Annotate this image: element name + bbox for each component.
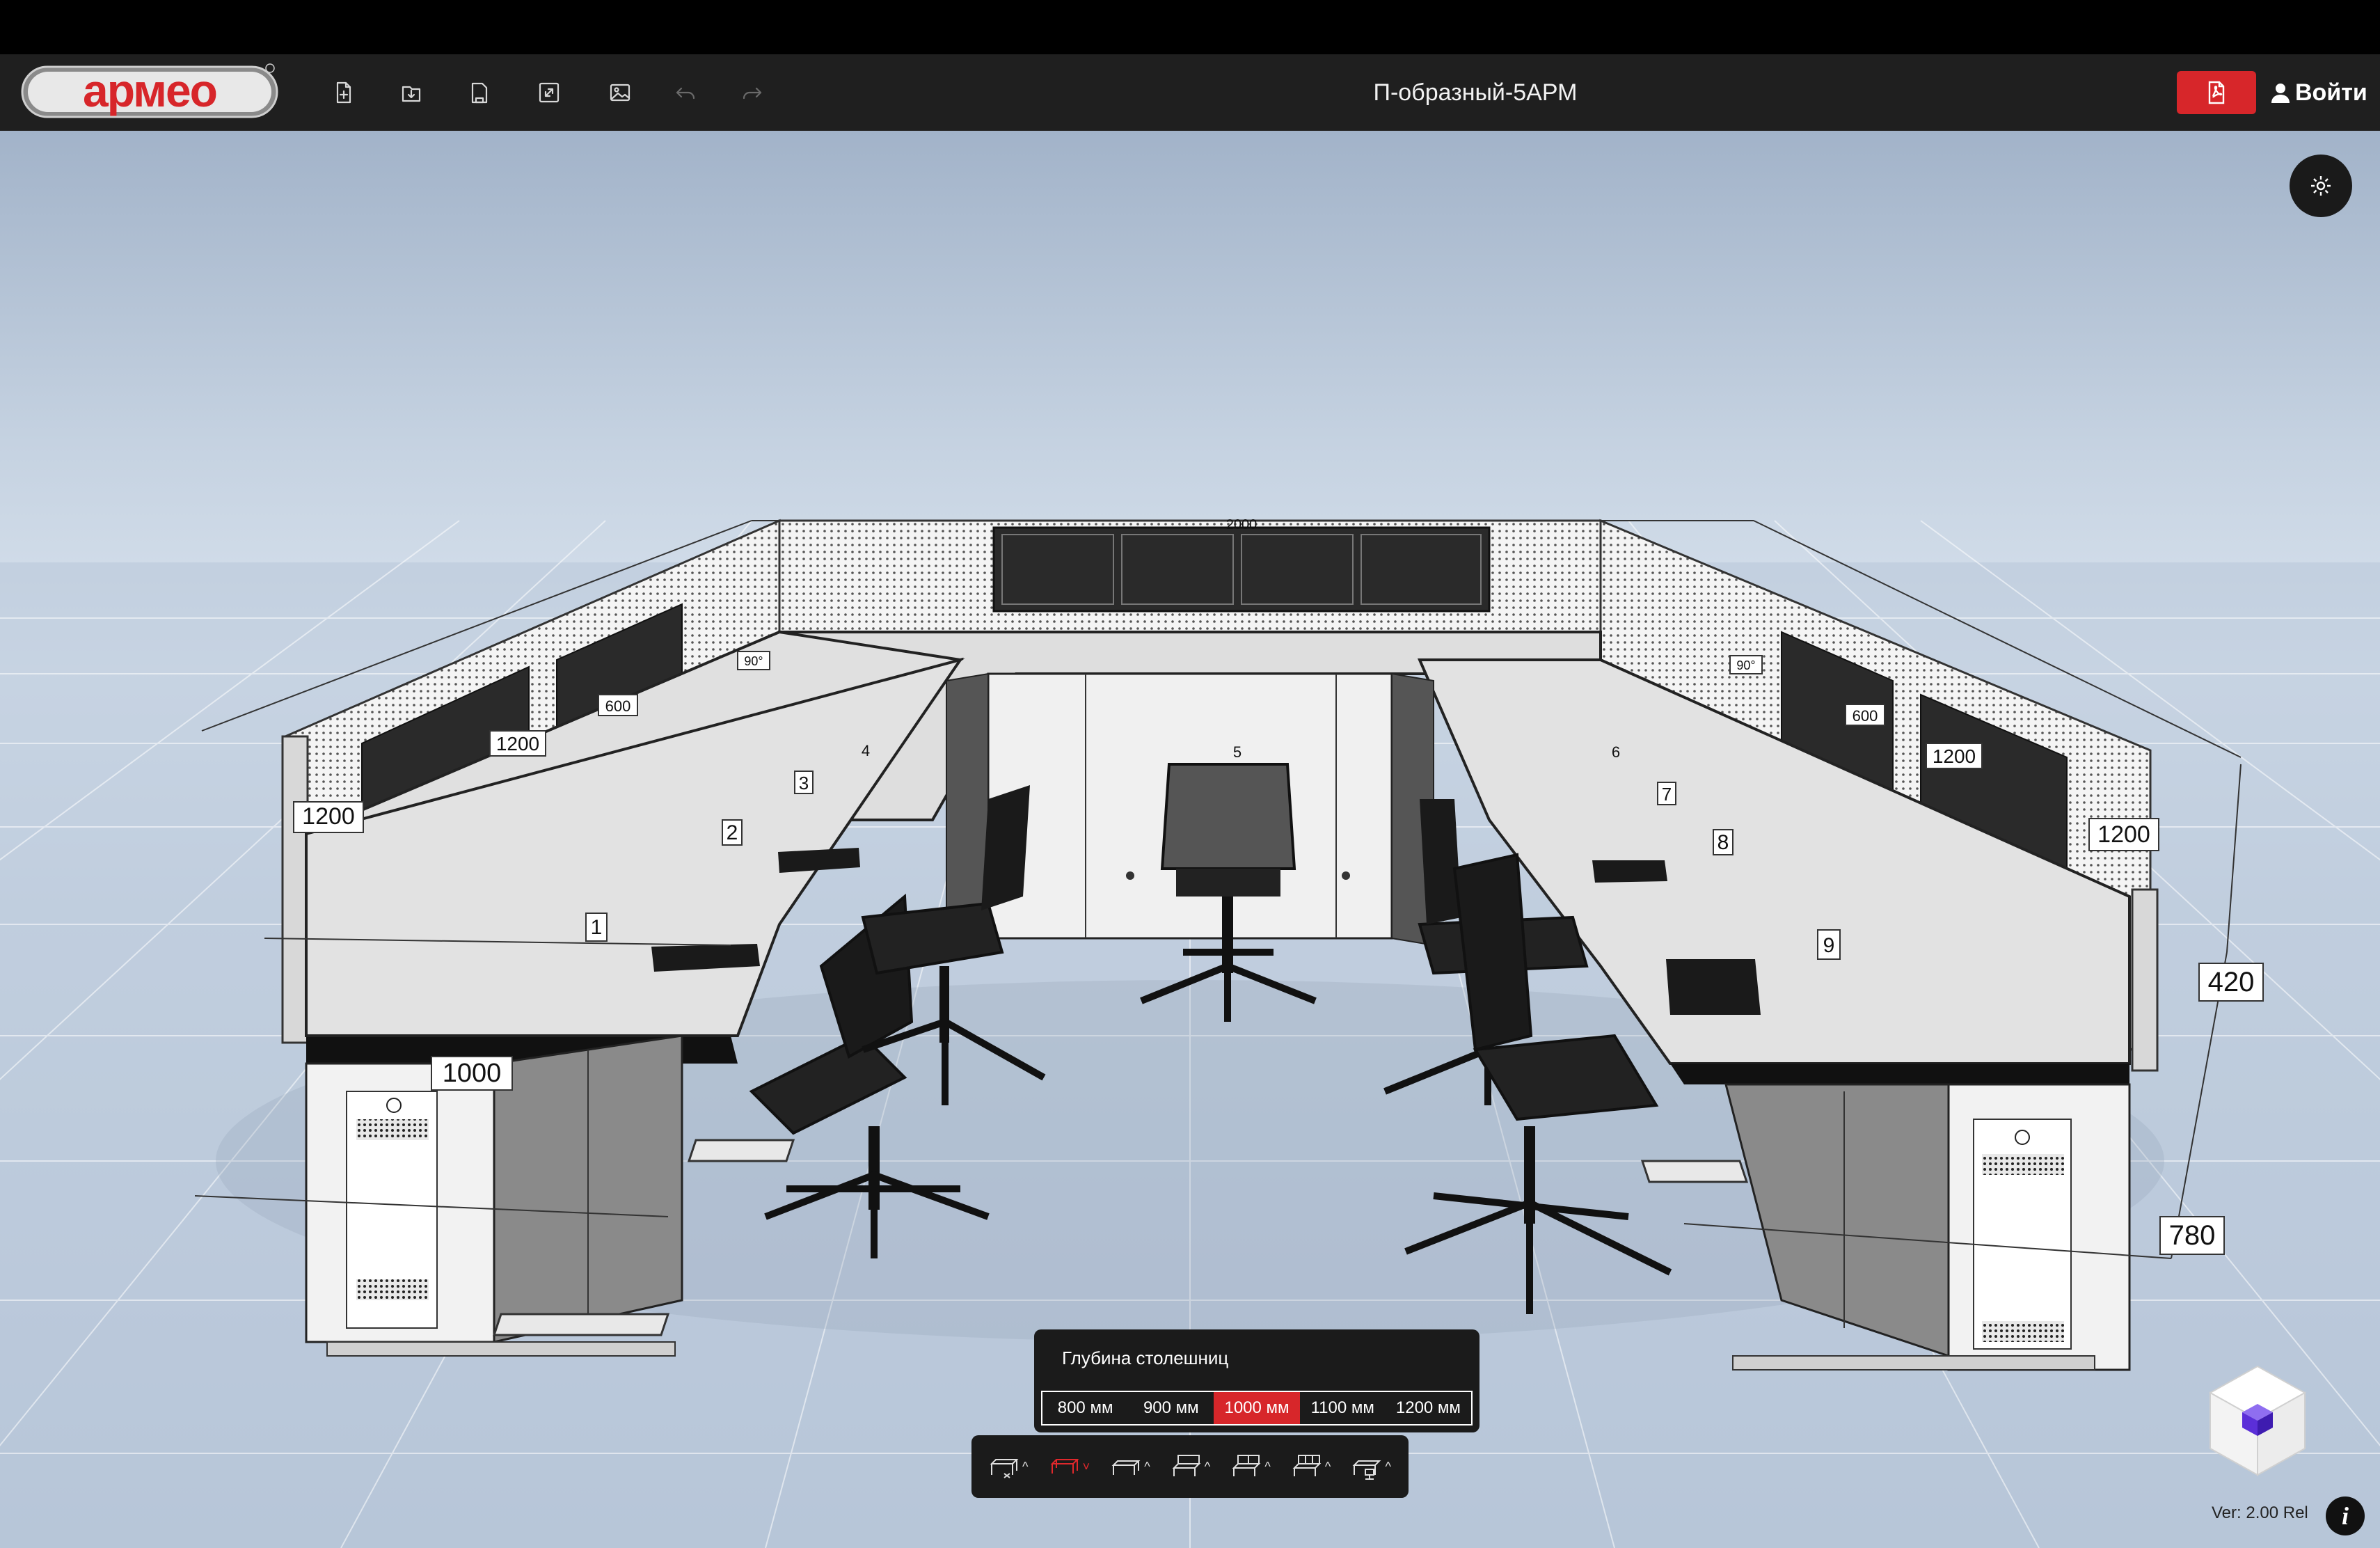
- undo-icon: [676, 87, 695, 100]
- undo-button[interactable]: [668, 75, 703, 110]
- fullscreen-button[interactable]: [532, 75, 566, 110]
- layout-panel-button[interactable]: ^: [1171, 1453, 1210, 1480]
- marker-7[interactable]: 7: [1657, 782, 1676, 805]
- layout-panel-icon: [1172, 1455, 1201, 1476]
- open-file-icon: [402, 86, 421, 102]
- depth-option-1200[interactable]: 1200 мм: [1386, 1392, 1471, 1424]
- depth-option-1100[interactable]: 1100 мм: [1300, 1392, 1386, 1424]
- layout-desk-button[interactable]: ^: [1111, 1453, 1150, 1480]
- marker-3[interactable]: 3: [794, 771, 814, 794]
- pdf-export-button[interactable]: [2177, 71, 2256, 114]
- layout-panel-double-button[interactable]: ^: [1231, 1453, 1271, 1480]
- info-button[interactable]: i: [2326, 1496, 2365, 1535]
- settings-button[interactable]: [2290, 155, 2352, 217]
- dim-left-corner: 90°: [737, 651, 770, 670]
- marker-2[interactable]: 2: [722, 819, 743, 846]
- dim-left-back-2: 1200: [489, 730, 546, 757]
- depth-option-800[interactable]: 800 мм: [1042, 1392, 1128, 1424]
- svg-text:600: 600: [605, 697, 631, 715]
- app-toolbar: армео П-образный-5АРМ Войти: [0, 54, 2380, 131]
- svg-text:780: 780: [2169, 1220, 2216, 1251]
- marker-5[interactable]: 5: [1233, 743, 1241, 761]
- svg-text:1000: 1000: [443, 1059, 502, 1088]
- document-title: П-образный-5АРМ: [1373, 79, 1578, 106]
- save-file-icon: [471, 82, 488, 104]
- layout-l-shaped-button[interactable]: ˅: [1049, 1453, 1090, 1480]
- layout-panel-triple-icon: [1292, 1455, 1322, 1476]
- depth-option-1000[interactable]: 1000 мм: [1214, 1392, 1300, 1424]
- dim-top-center: 2000: [1226, 517, 1258, 532]
- svg-text:1200: 1200: [2097, 821, 2150, 848]
- svg-text:7: 7: [1662, 784, 1672, 805]
- svg-text:1200: 1200: [1933, 745, 1976, 767]
- marker-8[interactable]: 8: [1713, 829, 1734, 855]
- svg-text:6: 6: [1612, 743, 1620, 761]
- dim-left-back-3: 600: [598, 694, 638, 716]
- layout-panel-double-icon: [1232, 1455, 1261, 1476]
- new-file-icon: [336, 81, 351, 104]
- logo-text: армео: [83, 65, 216, 116]
- svg-text:1200: 1200: [302, 803, 355, 830]
- export-image-button[interactable]: [603, 75, 637, 110]
- dim-desk-height: 780: [2159, 1216, 2225, 1255]
- dim-right-back-1: 600: [1845, 704, 1885, 726]
- expand-icon: [539, 82, 560, 103]
- svg-text:3: 3: [799, 773, 809, 793]
- layout-single-button[interactable]: ^: [989, 1453, 1029, 1480]
- layout-desk-icon: [1111, 1460, 1141, 1475]
- version-label: Ver: 2.00 Rel: [2212, 1503, 2308, 1522]
- svg-text:9: 9: [1823, 934, 1835, 957]
- info-icon: i: [2341, 1502, 2349, 1530]
- layout-single-icon: [990, 1459, 1019, 1478]
- marker-4[interactable]: 4: [862, 742, 870, 759]
- dim-left-back-1: 1200: [293, 801, 364, 833]
- dim-right-corner: 90°: [1729, 655, 1763, 674]
- marker-1[interactable]: 1: [585, 913, 608, 942]
- save-file-button[interactable]: [462, 75, 497, 110]
- redo-icon: [743, 87, 762, 100]
- open-file-button[interactable]: [394, 75, 429, 110]
- marker-9[interactable]: 9: [1817, 929, 1841, 960]
- desk-edge-right: [1670, 1064, 2129, 1084]
- image-icon: [610, 84, 630, 102]
- redo-button[interactable]: [735, 75, 770, 110]
- svg-text:2: 2: [727, 821, 738, 844]
- layout-chair-icon: [1353, 1460, 1381, 1480]
- layout-bar: ^ ˅ ^ ^ ^ ^ ^: [971, 1435, 1409, 1498]
- svg-text:1200: 1200: [496, 733, 539, 755]
- svg-text:90°: 90°: [1736, 658, 1755, 672]
- dim-front-depth: 1000: [431, 1056, 513, 1091]
- layout-l-shaped-icon: [1050, 1459, 1079, 1474]
- svg-text:8: 8: [1717, 831, 1729, 854]
- svg-text:90°: 90°: [744, 654, 763, 668]
- layout-panel-triple-button[interactable]: ^: [1292, 1453, 1331, 1480]
- depth-option-900[interactable]: 900 мм: [1128, 1392, 1214, 1424]
- dim-right-back-2: 1200: [1926, 743, 1983, 769]
- login-button[interactable]: Войти: [2270, 71, 2367, 114]
- svg-text:1: 1: [591, 916, 603, 939]
- svg-text:600: 600: [1853, 707, 1878, 725]
- svg-text:5: 5: [1233, 743, 1241, 761]
- dim-panel-height: 420: [2198, 963, 2264, 1002]
- gear-icon: [2311, 176, 2331, 196]
- pdf-icon: [2208, 81, 2225, 104]
- login-label: Войти: [2295, 79, 2367, 106]
- svg-text:420: 420: [2208, 967, 2255, 997]
- view-cube[interactable]: [2205, 1361, 2310, 1480]
- depth-panel-title: Глубина столешниц: [1062, 1348, 1229, 1368]
- marker-6[interactable]: 6: [1612, 743, 1620, 761]
- window-top-bar: [0, 0, 2380, 54]
- user-icon: [2271, 84, 2290, 103]
- svg-text:2000: 2000: [1226, 517, 1258, 532]
- layout-chair-button[interactable]: ^: [1351, 1453, 1391, 1480]
- svg-text:4: 4: [862, 742, 870, 759]
- depth-panel: Глубина столешниц 800 мм 900 мм 1000 мм …: [1034, 1329, 1479, 1432]
- depth-options: 800 мм 900 мм 1000 мм 1100 мм 1200 мм: [1041, 1391, 1473, 1425]
- dim-right-back-3: 1200: [2088, 818, 2159, 851]
- armeo-logo[interactable]: армео: [21, 63, 278, 121]
- new-file-button[interactable]: [326, 75, 360, 110]
